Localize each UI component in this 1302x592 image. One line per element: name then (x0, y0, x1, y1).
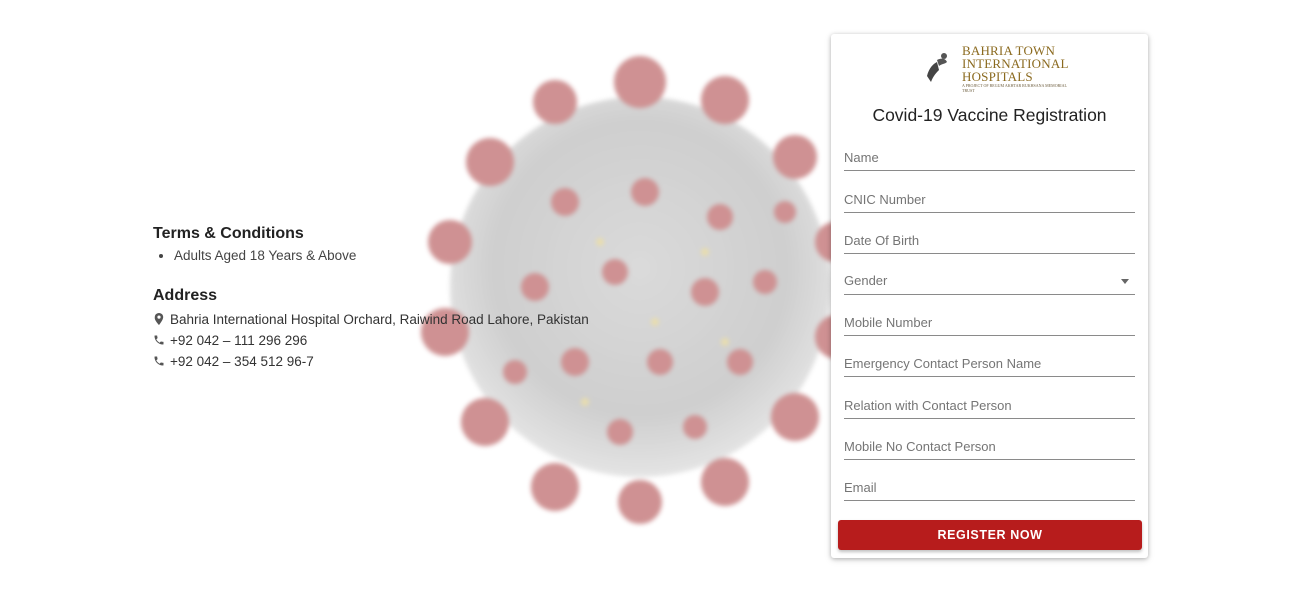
emergency-mobile-input[interactable] (844, 435, 1135, 457)
hospital-logo: BAHRIA TOWN INTERNATIONAL HOSPITALS A PR… (911, 42, 1071, 98)
address-heading: Address (153, 287, 218, 304)
hospital-logo-icon (919, 46, 947, 90)
logo-line-3: HOSPITALS (962, 69, 1033, 84)
map-pin-icon (153, 313, 165, 325)
address-location: Bahria International Hospital Orchard, R… (153, 309, 713, 329)
emergency-name-input[interactable] (844, 352, 1135, 374)
page: Terms & Conditions Adults Aged 18 Years … (0, 0, 1302, 592)
name-input[interactable] (844, 146, 1135, 168)
dob-field[interactable] (844, 227, 1135, 254)
phone-icon (153, 355, 165, 367)
cnic-input[interactable] (844, 188, 1135, 210)
email-field[interactable] (844, 474, 1135, 501)
caret-down-icon (1121, 279, 1129, 284)
registration-card: BAHRIA TOWN INTERNATIONAL HOSPITALS A PR… (831, 34, 1148, 558)
email-input[interactable] (844, 476, 1135, 498)
address-location-text: Bahria International Hospital Orchard, R… (170, 311, 589, 327)
phone-icon (153, 334, 165, 346)
dob-input[interactable] (844, 229, 1135, 251)
mobile-field[interactable] (844, 309, 1135, 336)
relation-input[interactable] (844, 394, 1135, 416)
gender-select-label: Gender (844, 273, 888, 288)
address-phone-2: +92 042 – 354 512 96-7 (153, 351, 713, 371)
address-phone-1: +92 042 – 111 296 296 (153, 330, 713, 350)
address-phone-1-text: +92 042 – 111 296 296 (170, 332, 308, 348)
info-panel: Terms & Conditions Adults Aged 18 Years … (153, 224, 713, 371)
mobile-input[interactable] (844, 311, 1135, 333)
emergency-name-field[interactable] (844, 350, 1135, 377)
terms-heading: Terms & Conditions (153, 225, 304, 242)
logo-subtext: A PROJECT OF BEGUM AKHTAR RUKHSANA MEMOR… (962, 83, 1067, 93)
gender-select[interactable]: Gender (844, 268, 1135, 295)
emergency-mobile-field[interactable] (844, 433, 1135, 460)
terms-item: Adults Aged 18 Years & Above (174, 247, 713, 265)
cnic-field[interactable] (844, 186, 1135, 213)
address-phone-2-text: +92 042 – 354 512 96-7 (170, 353, 314, 369)
terms-list: Adults Aged 18 Years & Above (153, 247, 713, 265)
logo-wordmark: BAHRIA TOWN INTERNATIONAL HOSPITALS (962, 44, 1069, 83)
form-title: Covid-19 Vaccine Registration (872, 105, 1107, 125)
relation-field[interactable] (844, 392, 1135, 419)
name-field[interactable] (844, 144, 1135, 171)
register-now-button[interactable]: REGISTER NOW (838, 520, 1142, 550)
